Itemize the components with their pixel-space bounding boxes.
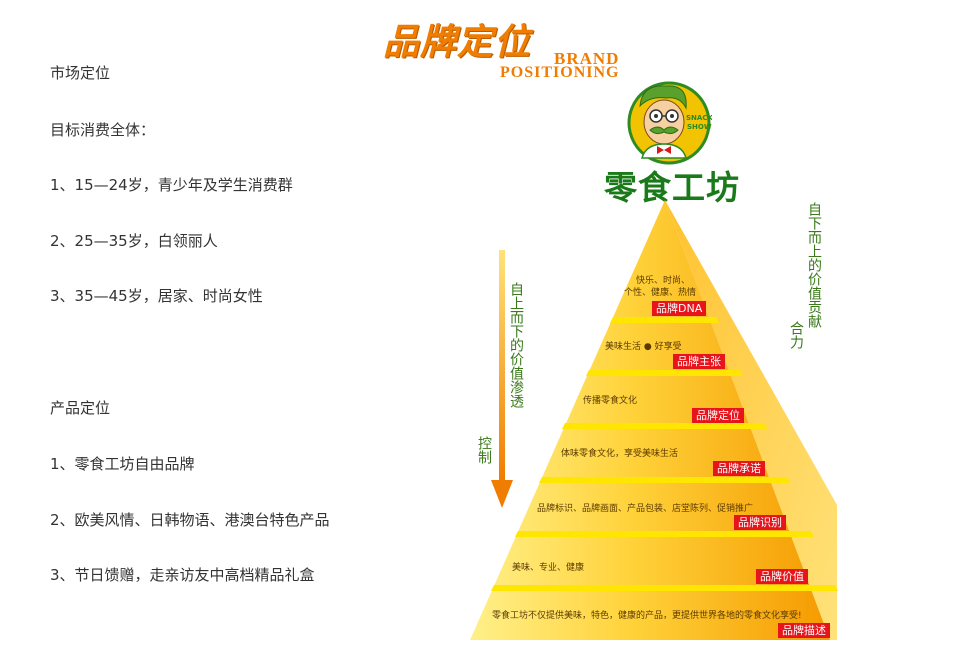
level-value-desc: 美味、专业、健康: [512, 563, 585, 573]
label-bottom-up-value: 自下而上的价值贡献: [806, 202, 822, 328]
level-promise-desc: 体味零食文化，享受美味生活: [561, 449, 679, 459]
level-claim-desc: 美味生活 ● 好享受: [605, 342, 682, 352]
level-tag-claim: 品牌主张: [673, 354, 725, 369]
level-tag-identity: 品牌识别: [734, 515, 786, 530]
badge-text-line1: SNACK: [686, 114, 712, 122]
product-item: 1、零食工坊自由品牌: [50, 455, 195, 473]
label-control: 控制: [476, 436, 492, 464]
level-tag-dna: 品牌DNA: [652, 301, 707, 316]
mascot-logo: SNACK SHOW: [627, 81, 712, 165]
label-top-down-value: 自上而下的价值渗透: [508, 282, 524, 408]
level-tag-position: 品牌定位: [692, 408, 744, 423]
level-description-desc: 零食工坊不仅提供美味，特色，健康的产品，更提供世界各地的零食文化享受!: [492, 611, 802, 621]
level-tag-description: 品牌描述: [778, 623, 830, 638]
level-position-desc: 传播零食文化: [583, 396, 638, 406]
product-heading: 产品定位: [50, 399, 111, 417]
level-dna-desc-line1: 快乐、时尚、: [636, 276, 691, 286]
title-chinese: 品牌定位: [383, 21, 532, 63]
level-tag-value: 品牌价值: [756, 569, 808, 584]
market-item: 2、25—35岁，白领丽人: [50, 232, 218, 250]
title-english-line2: POSITIONING: [500, 64, 620, 81]
level-tag-promise: 品牌承诺: [713, 461, 765, 476]
product-item: 3、节日馈赠，走亲访友中高档精品礼盒: [50, 566, 315, 584]
market-item: 1、15—24岁，青少年及学生消费群: [50, 176, 293, 194]
market-heading: 市场定位: [50, 64, 111, 82]
badge-text-line2: SHOW: [687, 123, 712, 131]
product-item: 2、欧美风情、日韩物语、港澳台特色产品: [50, 511, 330, 529]
market-item: 3、35—45岁，居家、时尚女性: [50, 287, 263, 305]
level-dna-desc-line2: 个性、健康、热情: [624, 288, 697, 298]
market-sub-heading: 目标消费全体：: [50, 121, 156, 139]
level-identity-desc: 品牌标识、品牌画面、产品包装、店堂陈列、促销推广: [537, 504, 754, 514]
label-synergy: 合力: [788, 321, 804, 349]
